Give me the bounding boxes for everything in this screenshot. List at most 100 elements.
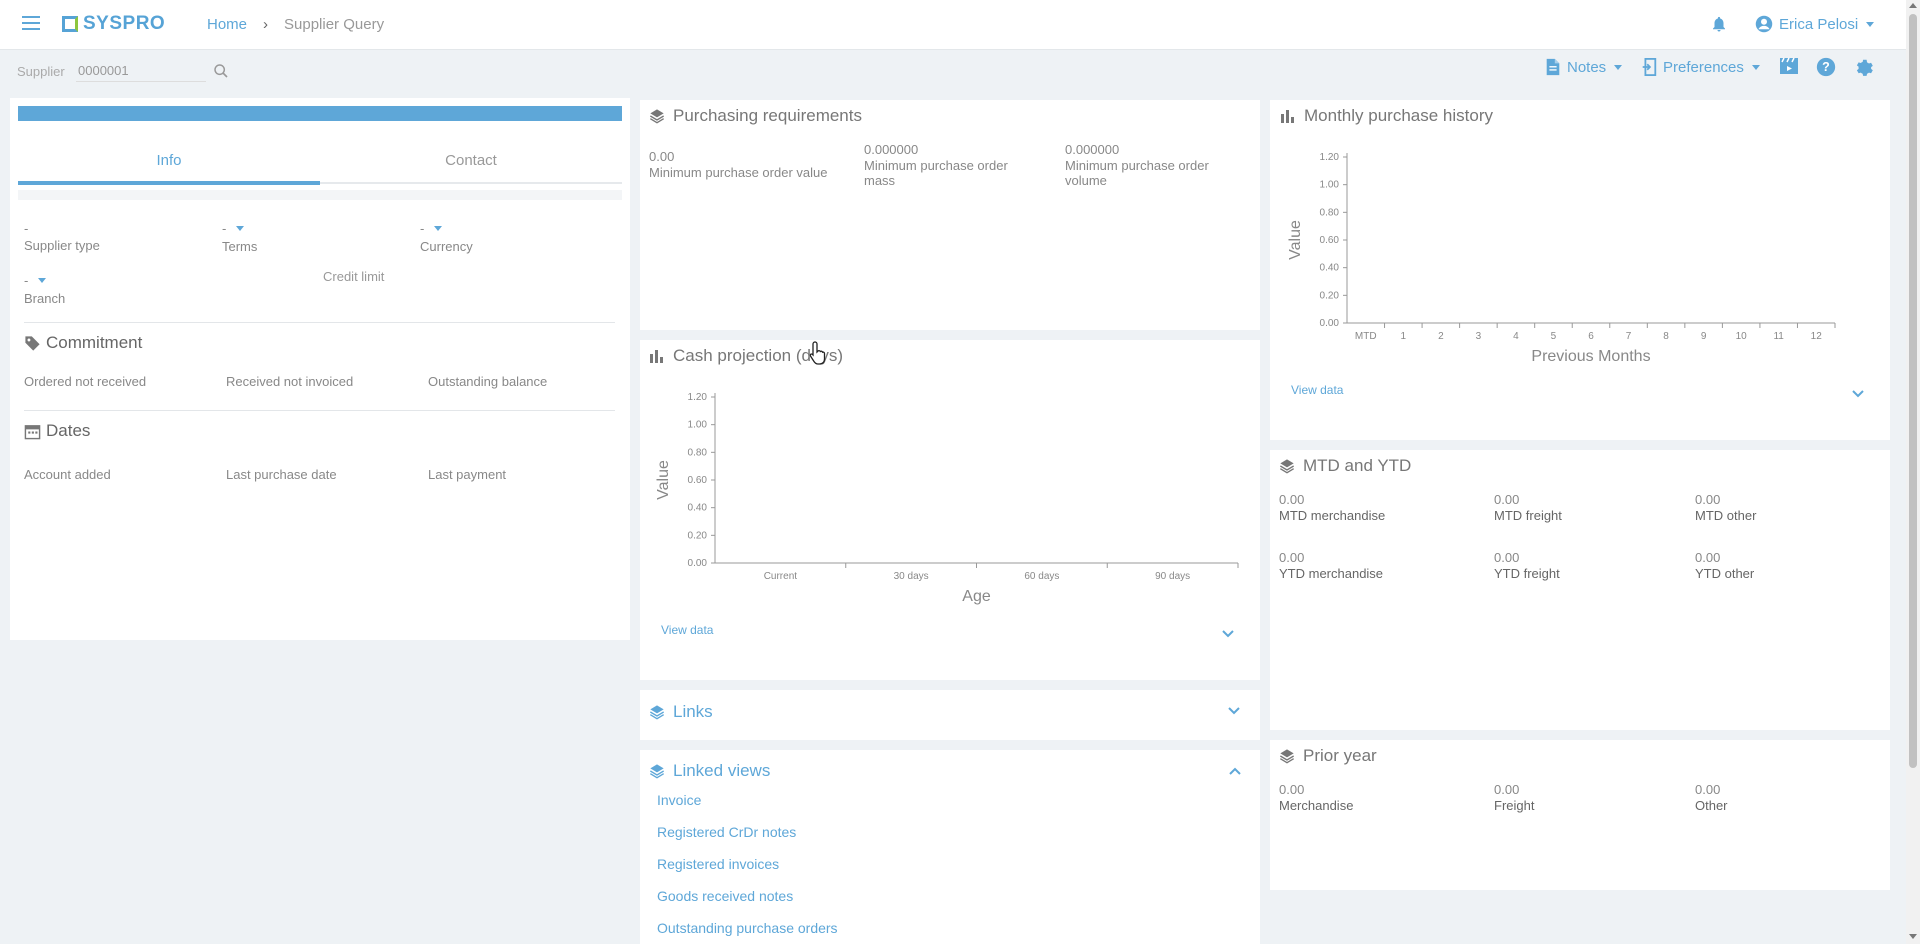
scroll-down-arrow-icon[interactable] — [1909, 934, 1917, 939]
currency-label: Currency — [420, 239, 473, 254]
layers-icon — [649, 109, 665, 124]
prior-merchandise-value: 0.00 — [1279, 782, 1305, 797]
chevron-down-icon[interactable] — [1227, 706, 1241, 716]
supplier-label: Supplier — [17, 64, 65, 79]
scroll-up-arrow-icon[interactable] — [1909, 3, 1917, 8]
monthly-chart-y-tick-label: 0.20 — [1320, 290, 1340, 301]
ytd-merchandise-value: 0.00 — [1279, 550, 1305, 565]
layers-icon — [1279, 749, 1295, 764]
prior-year-heading: Prior year — [1279, 746, 1377, 766]
supplier-input[interactable] — [76, 60, 206, 82]
min-po-value-label: Minimum purchase order value — [649, 165, 828, 180]
cash-chart-y-tick-label: 0.60 — [688, 475, 708, 486]
currency-dropdown[interactable]: - — [420, 221, 443, 236]
layers-icon — [1279, 459, 1295, 474]
links-title: Links — [673, 702, 713, 721]
monthly-chart-x-tick-label: 12 — [1811, 331, 1823, 342]
terms-label: Terms — [222, 239, 258, 254]
monthly-chart-y-tick-label: 0.00 — [1320, 318, 1340, 329]
scrollbar-thumb[interactable] — [1909, 14, 1917, 768]
last-purchase-date-label: Last purchase date — [226, 467, 337, 482]
commitment-heading: Commitment — [24, 333, 142, 353]
menu-icon[interactable] — [22, 16, 40, 30]
bell-icon[interactable] — [1710, 15, 1728, 33]
min-po-volume-label-line2: volume — [1065, 173, 1107, 188]
terms-value: - — [222, 221, 227, 236]
monthly-view-data-link[interactable]: View data — [1291, 383, 1343, 397]
linked-view-registered-invoices[interactable]: Registered invoices — [657, 856, 779, 872]
caret-down-icon — [1866, 21, 1875, 27]
breadcrumb-home[interactable]: Home — [207, 16, 247, 33]
monthly-chart-x-tick-label: MTD — [1355, 331, 1377, 342]
help-icon[interactable]: ? — [1816, 57, 1836, 77]
cash-projection-chart: 0.00 0.20 0.40 0.60 0.80 1.00 1.20 Current 30 da… — [655, 392, 1239, 605]
branch-dropdown[interactable]: - — [24, 273, 47, 288]
ytd-merchandise-label: YTD merchandise — [1279, 566, 1384, 581]
links-card[interactable] — [640, 690, 1260, 740]
monthly-chart-x-tick-label: 2 — [1438, 331, 1444, 342]
gear-icon[interactable] — [1854, 57, 1874, 77]
cash-chart-y-axis-title: Value — [655, 460, 672, 500]
terms-dropdown[interactable]: - — [222, 221, 245, 236]
mtd-merchandise-value: 0.00 — [1279, 492, 1305, 507]
monthly-chart-x-tick-label: 11 — [1773, 331, 1784, 342]
links-heading[interactable]: Links — [649, 702, 713, 722]
prior-freight-label: Freight — [1494, 798, 1535, 813]
cash-view-data-link[interactable]: View data — [661, 623, 713, 637]
document-icon — [1546, 58, 1560, 76]
linked-views-heading[interactable]: Linked views — [649, 761, 770, 781]
prior-other-label: Other — [1695, 798, 1728, 813]
linked-view-outstanding-purchase-orders[interactable]: Outstanding purchase orders — [657, 920, 838, 936]
user-menu[interactable]: Erica Pelosi — [1755, 15, 1875, 33]
panel-separator — [18, 190, 622, 200]
monthly-chart-x-tick-label: 8 — [1663, 331, 1669, 342]
layers-icon — [649, 705, 665, 720]
cash-chart-y-tick-label: 0.40 — [688, 503, 708, 514]
prior-freight-value: 0.00 — [1494, 782, 1520, 797]
caret-down-icon — [434, 226, 443, 231]
preferences-icon — [1642, 58, 1657, 76]
cash-chart-y-tick-label: 0.80 — [688, 447, 708, 458]
syspro-logo[interactable]: SYSPRO — [62, 13, 165, 35]
hand-cursor-icon — [809, 341, 826, 365]
purchasing-requirements-card — [640, 100, 1260, 330]
monthly-chart-x-tick-label: 6 — [1588, 331, 1594, 342]
notes-menu[interactable]: Notes — [1545, 58, 1623, 76]
purchasing-requirements-title: Purchasing requirements — [673, 106, 862, 125]
chevron-up-icon[interactable] — [1228, 766, 1242, 776]
cash-chart-y-tick-label: 1.00 — [688, 420, 708, 431]
min-po-volume-value: 0.000000 — [1065, 142, 1120, 157]
tab-contact[interactable]: Contact — [320, 152, 622, 169]
cash-chart-x-tick-label: 90 days — [1155, 571, 1190, 582]
monthly-history-chart: 0.000.200.400.600.801.001.20MTD 1 2 3 4 5 6 7 8 9… — [1287, 152, 1836, 365]
calendar-icon — [24, 424, 41, 439]
logo-text: SYSPRO — [83, 13, 166, 34]
preferences-menu[interactable]: Preferences — [1641, 58, 1760, 76]
cash-chart-x-axis-title: Age — [962, 588, 991, 605]
supplier-header-bar — [18, 106, 622, 121]
mtd-freight-label: MTD freight — [1494, 508, 1562, 523]
mtd-ytd-card — [1270, 450, 1890, 730]
ordered-not-received-label: Ordered not received — [24, 374, 147, 389]
clapperboard-icon[interactable] — [1779, 57, 1799, 75]
prior-year-title: Prior year — [1303, 746, 1377, 765]
top-bar: SYSPRO Home › Supplier Query Erica Pelos… — [0, 0, 1906, 50]
monthly-chart-y-axis-title: Value — [1287, 220, 1304, 260]
search-icon[interactable] — [213, 63, 229, 79]
supplier-info-panel — [10, 98, 630, 640]
chevron-down-icon[interactable] — [1221, 629, 1235, 639]
supplier-type-value: - — [24, 221, 29, 236]
currency-value: - — [420, 221, 425, 236]
monthly-chart-x-tick-label: 9 — [1701, 331, 1707, 342]
breadcrumb: Home › Supplier Query — [207, 16, 384, 33]
chevron-down-icon[interactable] — [1851, 389, 1865, 399]
dates-title: Dates — [46, 421, 91, 440]
tab-underline — [320, 182, 622, 184]
linked-view-goods-received-notes[interactable]: Goods received notes — [657, 888, 793, 904]
linked-view-invoice[interactable]: Invoice — [657, 792, 701, 808]
svg-text:?: ? — [1822, 60, 1830, 74]
linked-view-registered-crdr-notes[interactable]: Registered CrDr notes — [657, 824, 796, 840]
tab-info[interactable]: Info — [18, 152, 320, 169]
divider — [24, 322, 615, 323]
min-po-volume-label-line1: Minimum purchase order — [1065, 158, 1209, 173]
